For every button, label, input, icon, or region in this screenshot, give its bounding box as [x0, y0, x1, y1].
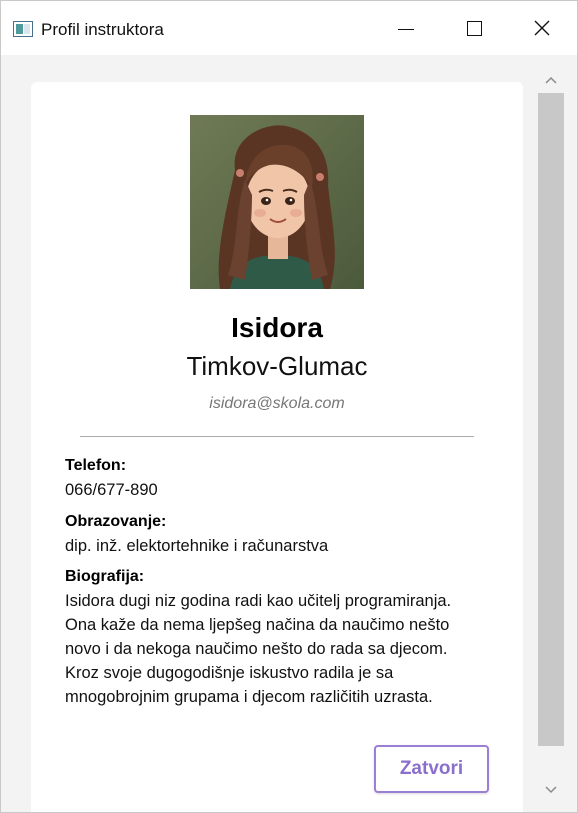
scroll-down-button[interactable]	[538, 779, 564, 801]
close-window-button[interactable]	[507, 1, 577, 55]
bio-line: novo i da nekoga naučimo nešto do rada s…	[65, 640, 448, 658]
bio-line: Ona kaže da nema ljepšeg načina da nauči…	[65, 616, 450, 634]
profile-window: Profil instruktora Isidora Timkov-Glumac…	[0, 0, 578, 813]
maximize-icon	[466, 20, 482, 36]
maximize-button[interactable]	[439, 1, 509, 55]
phone-label: Telefon:	[65, 457, 127, 474]
close-button[interactable]: Zatvori	[374, 745, 489, 793]
minimize-icon	[398, 28, 414, 30]
bio-line: Isidora dugi niz godina radi kao učitelj…	[65, 592, 452, 610]
scroll-up-button[interactable]	[538, 69, 564, 91]
bio-line: Kroz svoje dugogodišnje iskustvo radila …	[65, 664, 394, 682]
education-label: Obrazovanje:	[65, 513, 167, 530]
instructor-last-name: Timkov-Glumac	[186, 351, 368, 381]
scrollbar-thumb[interactable]	[538, 93, 564, 746]
education-value: dip. inž. elektortehnike i računarstva	[65, 537, 329, 555]
minimize-button[interactable]	[371, 1, 441, 55]
instructor-email: isidora@skola.com	[209, 395, 345, 412]
phone-value: 066/677-890	[65, 481, 158, 499]
divider	[80, 436, 474, 437]
instructor-avatar	[190, 115, 364, 289]
close-icon	[534, 20, 550, 36]
instructor-first-name: Isidora	[231, 312, 323, 343]
profile-card: Isidora Timkov-Glumac isidora@skola.com …	[31, 82, 523, 812]
title-bar[interactable]: Profil instruktora	[1, 1, 577, 55]
window-title: Profil instruktora	[41, 20, 164, 39]
bio-line: mnogobrojnim grupama i djecom različitih…	[65, 688, 433, 706]
bio-text: Isidora dugi niz godina radi kao učitelj…	[65, 589, 505, 709]
chevron-down-icon	[545, 786, 557, 794]
app-window-icon	[13, 21, 33, 37]
chevron-up-icon	[545, 76, 557, 84]
bio-label: Biografija:	[65, 568, 145, 585]
